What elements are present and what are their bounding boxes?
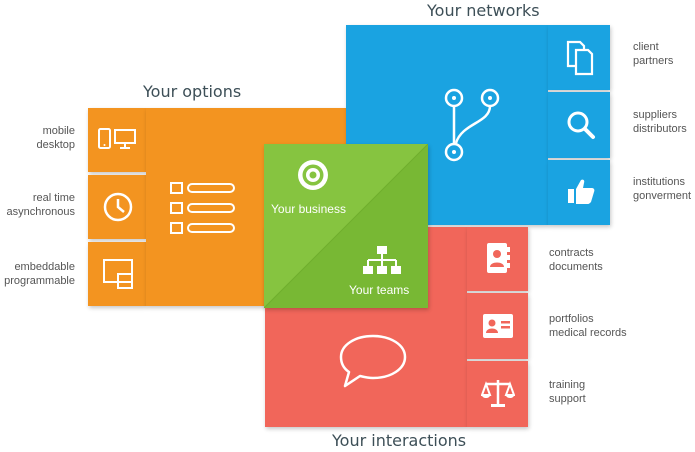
network-label-search: suppliers distributors (633, 108, 687, 136)
option-label-line: embeddable (14, 261, 75, 273)
interaction-label-line: support (549, 393, 586, 405)
networks-tile-thumbs-up[interactable] (548, 160, 610, 225)
option-label-line: desktop (36, 139, 75, 151)
networks-tile-documents[interactable] (548, 25, 610, 90)
options-heading: Your options (143, 82, 242, 101)
option-label-clock: real time asynchronous (7, 191, 76, 219)
networks-heading: Your networks (427, 1, 540, 20)
interaction-label-contacts: contracts documents (549, 246, 603, 274)
network-label-line: gonverment (633, 190, 692, 202)
search-icon (567, 111, 595, 139)
contacts-book-icon (487, 243, 510, 273)
interaction-label-scales: training support (549, 378, 586, 406)
interactions-tile-id-card[interactable] (467, 293, 528, 359)
thumbs-up-icon (568, 179, 595, 204)
scales-icon (481, 380, 515, 407)
speech-bubble-icon (339, 334, 407, 388)
network-label-line: distributors (633, 123, 687, 135)
network-label-documents: client partners (633, 40, 673, 68)
documents-icon (566, 40, 594, 76)
list-icon (170, 182, 235, 234)
option-label-line: asynchronous (6, 206, 76, 218)
center-tile[interactable]: Your business Your teams (264, 144, 428, 308)
interaction-label-line: portfolios (549, 313, 594, 325)
network-label-line: institutions (633, 176, 685, 188)
option-label-line: mobile (42, 125, 75, 137)
org-chart-icon (363, 246, 401, 274)
devices-icon (98, 128, 136, 149)
target-icon (298, 160, 328, 190)
interaction-label-line: training (549, 379, 586, 391)
embed-window-icon (103, 259, 133, 289)
interaction-label-line: contracts (549, 247, 594, 259)
interaction-label-line: documents (549, 261, 603, 273)
options-tile-clock[interactable] (88, 175, 146, 239)
network-label-thumbs-up: institutions gonverment (633, 175, 691, 203)
id-card-icon (483, 314, 513, 338)
clock-icon (103, 192, 133, 222)
options-tile-devices[interactable] (88, 108, 146, 172)
options-tile-embed[interactable] (88, 242, 146, 306)
option-label-line: programmable (4, 275, 75, 287)
git-branch-icon (444, 88, 500, 162)
option-label-line: real time (32, 192, 75, 204)
networks-tile-search[interactable] (548, 92, 610, 158)
network-label-line: suppliers (633, 109, 678, 121)
interactions-heading: Your interactions (332, 431, 467, 450)
business-label: Your business (271, 202, 346, 216)
network-label-line: client (633, 41, 659, 53)
network-label-line: partners (633, 55, 674, 67)
teams-label: Your teams (349, 283, 410, 297)
interaction-label-line: medical records (549, 327, 627, 339)
interactions-tile-scales[interactable] (467, 361, 528, 427)
option-label-devices: mobile desktop (36, 124, 75, 152)
interactions-tile-contacts[interactable] (467, 227, 528, 291)
interaction-label-id-card: portfolios medical records (549, 312, 627, 340)
option-label-embed: embeddable programmable (4, 260, 75, 288)
